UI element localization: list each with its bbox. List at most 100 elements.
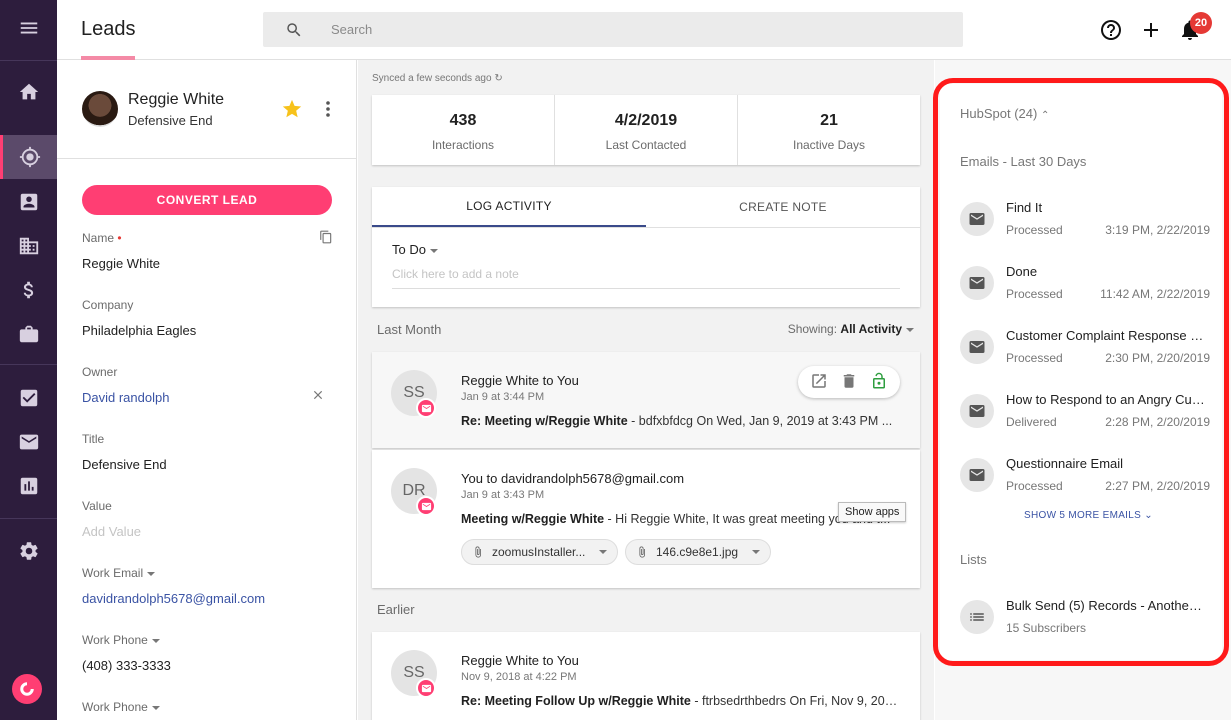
attachment-chip[interactable]: 146.c9e8e1.jpg [625, 539, 772, 565]
activity-filter[interactable]: Showing: All Activity [788, 322, 914, 336]
app-logo[interactable] [12, 674, 42, 704]
email-subject[interactable]: How to Respond to an Angry Cust... [1006, 392, 1206, 407]
field-value-owner[interactable]: David randolph [82, 390, 169, 405]
divider [57, 158, 357, 159]
activity-card[interactable]: SS Reggie White to You Nov 9, 2018 at 4:… [372, 632, 920, 720]
email-subject[interactable]: Questionnaire Email [1006, 456, 1206, 471]
show-more-label: SHOW 5 MORE EMAILS [1024, 510, 1142, 521]
paperclip-icon [639, 546, 645, 558]
chevron-down-icon [147, 571, 156, 576]
attachment-chip[interactable]: zoomusInstaller... [461, 539, 619, 565]
email-status: Processed [1006, 351, 1063, 365]
contacts-icon[interactable] [0, 180, 57, 224]
field-value-company[interactable]: Philadelphia Eagles [82, 323, 196, 338]
tooltip-show-apps: Show apps [838, 502, 907, 522]
required-marker: • [117, 231, 122, 245]
reports-icon[interactable] [0, 464, 57, 508]
field-label-name: Name • [82, 231, 122, 245]
paperclip-icon [475, 546, 481, 558]
email-status: Processed [1006, 223, 1063, 237]
delete-icon[interactable] [840, 372, 858, 393]
mail-icon [960, 394, 994, 428]
email-subject[interactable]: Customer Complaint Response L... [1006, 328, 1206, 343]
email-status: Delivered [1006, 415, 1057, 429]
lead-role: Defensive End [128, 113, 213, 128]
field-label-company: Company [82, 298, 134, 312]
list-icon [960, 600, 994, 634]
more-options-icon[interactable] [323, 100, 333, 118]
list-name[interactable]: Bulk Send (5) Records - Another ... [1006, 598, 1206, 613]
tasks-icon[interactable] [0, 376, 57, 420]
activity-subject: Meeting w/Reggie White [461, 512, 605, 526]
field-label-work-phone[interactable]: Work Phone [82, 633, 160, 647]
email-subject[interactable]: Find It [1006, 200, 1206, 215]
activity-snippet: Re: Meeting w/Reggie White - bdfxbfdcg O… [461, 414, 901, 428]
star-icon[interactable] [281, 98, 303, 120]
chevron-down-icon [752, 550, 761, 554]
field-label-text: Name [82, 231, 115, 245]
refresh-icon[interactable]: ↻ [494, 73, 502, 84]
field-label-title: Title [82, 432, 105, 446]
activity-subject: Re: Meeting Follow Up w/Reggie White [461, 694, 691, 708]
activity-type-select[interactable]: To Do [392, 242, 438, 257]
search-input[interactable]: Search [263, 12, 963, 47]
briefcase-icon[interactable] [0, 312, 57, 356]
stat-interactions: 438 Interactions [372, 95, 555, 165]
activity-body: - bdfxbfdcg On Wed, Jan 9, 2019 at 3:43 … [627, 414, 893, 428]
field-label-text: Work Phone [82, 700, 148, 714]
nav-divider [0, 60, 57, 61]
field-label-work-email[interactable]: Work Email [82, 566, 156, 580]
activity-time: Jan 9 at 3:43 PM [461, 489, 545, 501]
field-value-title[interactable]: Defensive End [82, 457, 167, 472]
add-icon[interactable] [1139, 18, 1163, 42]
field-label-value: Value [82, 499, 112, 513]
note-input[interactable]: Click here to add a note [392, 267, 519, 281]
settings-icon[interactable] [0, 529, 57, 573]
convert-lead-button[interactable]: CONVERT LEAD [82, 185, 332, 215]
filter-label: Showing: [787, 322, 838, 336]
hubspot-header[interactable]: HubSpot (24) ⌃ [960, 106, 1049, 121]
page-title: Leads [81, 18, 136, 40]
field-value-value[interactable]: Add Value [82, 524, 141, 539]
copy-icon[interactable] [319, 230, 333, 244]
menu-icon[interactable] [0, 6, 57, 50]
email-date: 2:30 PM, 2/20/2019 [1105, 351, 1210, 365]
field-value-work-email[interactable]: davidrandolph5678@gmail.com [82, 591, 265, 606]
activity-snippet: Re: Meeting Follow Up w/Reggie White - f… [461, 694, 901, 708]
emails-section-label: Emails - Last 30 Days [960, 154, 1087, 169]
attachment-name: 146.c9e8e1.jpg [656, 545, 739, 559]
companies-icon[interactable] [0, 224, 57, 268]
clear-owner-icon[interactable] [311, 388, 325, 402]
home-icon[interactable] [0, 70, 57, 114]
mail-badge-icon [416, 398, 436, 418]
email-status: Processed [1006, 287, 1063, 301]
lock-open-icon[interactable] [870, 372, 888, 393]
field-label-text: Work Phone [82, 633, 148, 647]
mail-badge-icon [416, 678, 436, 698]
chevron-down-icon [599, 550, 608, 554]
field-value-work-phone[interactable]: (408) 333-3333 [82, 658, 171, 673]
notification-count-badge[interactable]: 20 [1190, 12, 1212, 34]
list-detail: 15 Subscribers [1006, 621, 1087, 635]
leads-icon[interactable] [0, 135, 57, 179]
email-subject[interactable]: Done [1006, 264, 1206, 279]
field-value-name[interactable]: Reggie White [82, 256, 160, 271]
stat-inactive-days: 21 Inactive Days [738, 95, 920, 165]
tab-create-note[interactable]: CREATE NOTE [646, 187, 920, 227]
open-external-icon[interactable] [810, 372, 828, 393]
hubspot-card [940, 84, 1222, 660]
avatar [82, 91, 118, 127]
deals-icon[interactable] [0, 268, 57, 312]
search-icon [287, 23, 301, 37]
activity-composer: LOG ACTIVITY CREATE NOTE To Do Click her… [372, 187, 920, 307]
activity-card[interactable]: SS Reggie White to You Jan 9 at 3:44 PM … [372, 352, 920, 448]
field-label-work-phone-2[interactable]: Work Phone [82, 700, 160, 714]
email-date: 2:27 PM, 2/20/2019 [1105, 479, 1210, 493]
activity-type-label: To Do [392, 242, 426, 257]
show-more-emails-button[interactable]: SHOW 5 MORE EMAILS ⌄ [1024, 510, 1153, 521]
help-icon[interactable] [1099, 18, 1123, 42]
email-date: 11:42 AM, 2/22/2019 [1100, 287, 1210, 301]
mail-icon[interactable] [0, 420, 57, 464]
tab-log-activity[interactable]: LOG ACTIVITY [372, 187, 646, 227]
stat-value: 21 [820, 112, 838, 129]
